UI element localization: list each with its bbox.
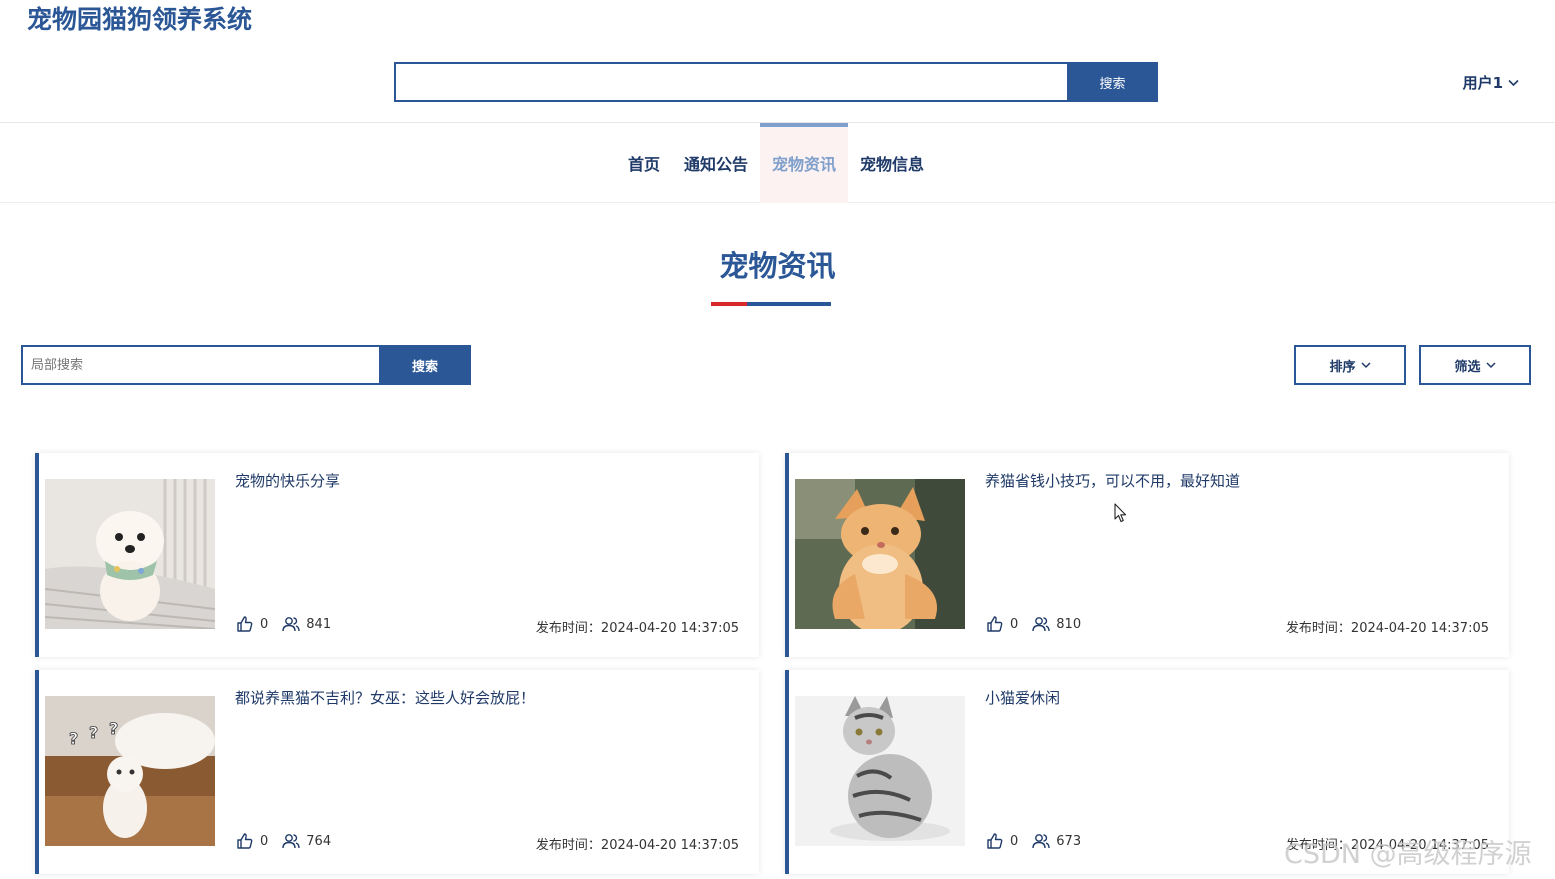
users-icon <box>282 834 300 849</box>
article-card[interactable]: 宠物的快乐分享 0 841 发布时间：2024-04-20 14:37:05 <box>35 453 759 657</box>
sort-dropdown[interactable]: 排序 <box>1294 345 1406 385</box>
global-search-input[interactable] <box>394 62 1067 102</box>
view-count: 810 <box>1056 616 1082 632</box>
svg-text:?: ? <box>89 723 98 742</box>
users-icon <box>1032 834 1050 849</box>
article-title[interactable]: 都说养黑猫不吉利？女巫：这些人好会放屁！ <box>235 687 535 708</box>
article-stats: 0 673 <box>986 832 1095 850</box>
article-thumbnail[interactable] <box>795 696 965 846</box>
thumbs-up-icon[interactable] <box>236 615 254 633</box>
local-search-button[interactable]: 搜索 <box>379 345 471 385</box>
nav-item-home[interactable]: 首页 <box>616 123 672 203</box>
article-thumbnail[interactable]: ??? <box>45 696 215 846</box>
like-count: 0 <box>1010 616 1019 632</box>
nav-item-notices[interactable]: 通知公告 <box>672 123 760 203</box>
nav-item-pet-info[interactable]: 宠物信息 <box>848 123 936 203</box>
user-menu[interactable]: 用户1 <box>1463 72 1519 93</box>
like-count: 0 <box>1010 833 1019 849</box>
thumbs-up-icon[interactable] <box>236 832 254 850</box>
svg-text:?: ? <box>69 729 78 748</box>
article-thumbnail[interactable] <box>45 479 215 629</box>
article-card[interactable]: ??? 都说养黑猫不吉利？女巫：这些人好会放屁！ 0 764 发布时间：2024… <box>35 670 759 874</box>
like-count: 0 <box>260 833 269 849</box>
article-thumbnail[interactable] <box>795 479 965 629</box>
article-stats: 0 810 <box>986 615 1095 633</box>
chevron-down-icon <box>1508 79 1519 86</box>
filter-dropdown[interactable]: 筛选 <box>1419 345 1531 385</box>
like-count: 0 <box>260 616 269 632</box>
watermark: CSDN @高级程序源 <box>1284 839 1532 870</box>
users-icon <box>282 617 300 632</box>
publish-time: 发布时间：2024-04-20 14:37:05 <box>535 838 739 853</box>
article-title[interactable]: 小猫爱休闲 <box>985 687 1060 708</box>
article-title[interactable]: 养猫省钱小技巧，可以不用，最好知道 <box>985 470 1240 491</box>
chevron-down-icon <box>1485 361 1496 368</box>
main-nav: 首页 通知公告 宠物资讯 宠物信息 <box>0 122 1555 203</box>
users-icon <box>1032 617 1050 632</box>
chevron-down-icon <box>1360 361 1371 368</box>
article-stats: 0 764 <box>236 832 345 850</box>
local-search-input[interactable] <box>21 345 379 385</box>
mouse-cursor-icon <box>1114 503 1127 523</box>
filter-label: 筛选 <box>1454 359 1481 375</box>
nav-item-pet-news[interactable]: 宠物资讯 <box>760 123 849 203</box>
view-count: 764 <box>306 833 332 849</box>
local-search: 搜索 <box>21 345 471 385</box>
sort-label: 排序 <box>1329 359 1356 375</box>
title-underline <box>711 302 831 306</box>
site-title: 宠物园猫狗领养系统 <box>27 5 253 34</box>
thumbs-up-icon[interactable] <box>986 615 1004 633</box>
publish-time: 发布时间：2024-04-20 14:37:05 <box>1285 621 1489 636</box>
svg-text:?: ? <box>109 719 118 738</box>
article-stats: 0 841 <box>236 615 345 633</box>
thumbs-up-icon[interactable] <box>986 832 1004 850</box>
article-title[interactable]: 宠物的快乐分享 <box>235 470 340 491</box>
view-count: 841 <box>306 616 332 632</box>
global-search-button[interactable]: 搜索 <box>1067 62 1158 102</box>
article-card[interactable]: 养猫省钱小技巧，可以不用，最好知道 0 810 发布时间：2024-04-20 … <box>785 453 1509 657</box>
view-count: 673 <box>1056 833 1082 849</box>
publish-time: 发布时间：2024-04-20 14:37:05 <box>535 621 739 636</box>
section-title: 宠物资讯 <box>719 249 836 283</box>
global-search: 搜索 <box>394 62 1158 102</box>
user-name: 用户1 <box>1462 74 1503 92</box>
